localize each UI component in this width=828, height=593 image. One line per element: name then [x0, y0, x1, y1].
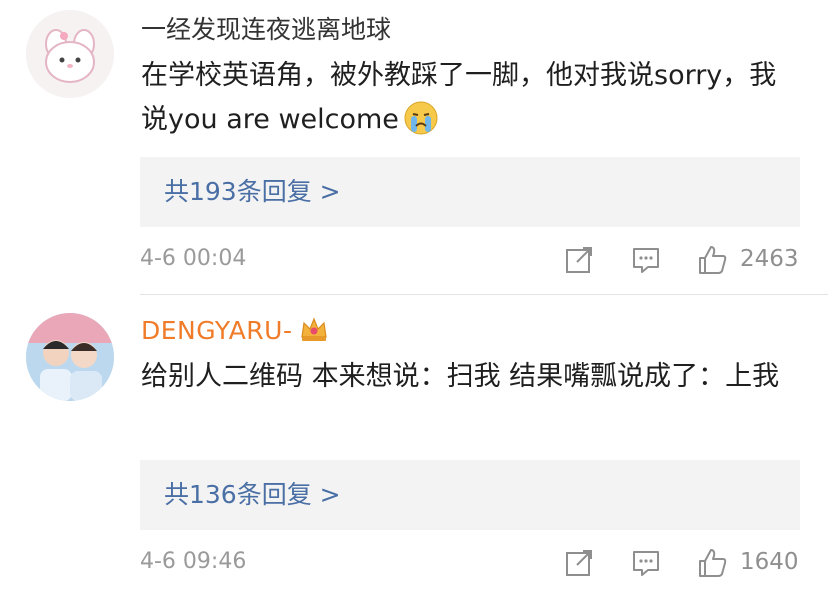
username[interactable]: DENGYARU-: [141, 315, 329, 346]
comment-icon[interactable]: [630, 547, 662, 581]
comment-body: 在学校英语角，被外教踩了一脚，他对我说sorry，我说you are welco…: [141, 60, 777, 135]
comment-footer: 4-6 00:04 2463: [140, 244, 805, 278]
comment-item: DENGYARU- 给别人二维码 本来想说：扫我 结果嘴瓢说成了：上我 共136…: [0, 296, 828, 593]
crown-icon: [299, 315, 329, 343]
comment-icon[interactable]: [630, 244, 662, 278]
divider: [140, 294, 828, 295]
comment-text: 在学校英语角，被外教踩了一脚，他对我说sorry，我说you are welco…: [141, 54, 781, 142]
share-icon[interactable]: [563, 547, 595, 581]
username[interactable]: 一经发现连夜逃离地球: [141, 15, 391, 45]
comment-item: 一经发现连夜逃离地球 在学校英语角，被外教踩了一脚，他对我说sorry，我说yo…: [0, 0, 828, 292]
thumbs-up-icon[interactable]: [696, 547, 728, 581]
view-replies-button[interactable]: 共193条回复 >: [140, 157, 800, 227]
username-text[interactable]: DENGYARU-: [141, 316, 293, 345]
comment-text: 给别人二维码 本来想说：扫我 结果嘴瓢说成了：上我: [141, 361, 780, 392]
timestamp: 4-6 00:04: [140, 246, 247, 271]
view-replies-button[interactable]: 共136条回复 >: [140, 460, 800, 530]
comment-footer: 4-6 09:46 1640: [140, 547, 805, 581]
avatar[interactable]: [26, 10, 114, 98]
crying-emoji-icon: [403, 100, 439, 136]
timestamp: 4-6 09:46: [140, 549, 247, 574]
share-icon[interactable]: [563, 244, 595, 278]
like-count: 1640: [740, 549, 799, 575]
like-count: 2463: [740, 246, 799, 272]
avatar[interactable]: [26, 313, 114, 401]
thumbs-up-icon[interactable]: [696, 244, 728, 278]
